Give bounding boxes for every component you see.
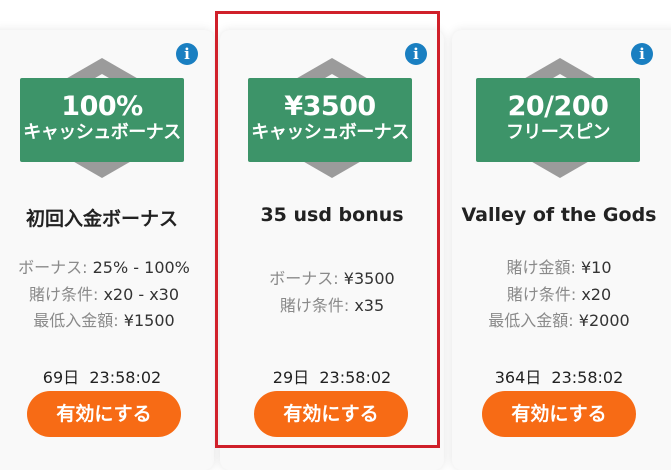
detail-label: 賭け条件: [279, 296, 350, 315]
badge-type: キャッシュボーナス [23, 122, 181, 143]
bonus-title: 初回入金ボーナス [25, 208, 178, 230]
info-icon[interactable]: i [405, 43, 427, 65]
detail-label: 賭け条件: [506, 285, 577, 304]
detail-value: x20 [581, 285, 612, 304]
detail-value: x35 [354, 296, 385, 315]
detail-row: 最低入金額: ¥1500 [0, 307, 208, 331]
countdown-timer: 29日 23:58:02 [220, 364, 444, 388]
badge-amount: 20/200 [507, 91, 609, 122]
detail-row: 賭け条件: x20 - x30 [0, 281, 208, 305]
detail-value: ¥1500 [123, 311, 175, 330]
bonus-badge: 20/200 フリースピン [476, 78, 640, 162]
detail-row: 賭け金額: ¥10 [452, 254, 666, 278]
countdown-timer: 364日 23:58:02 [452, 364, 666, 388]
badge-type: キャッシュボーナス [251, 122, 409, 143]
timer-time: 23:58:02 [89, 368, 162, 387]
detail-row: 賭け条件: x20 [452, 281, 666, 305]
detail-value: 25% - 100% [92, 258, 190, 277]
timer-days: 69日 [42, 368, 80, 387]
bonus-title: 35 usd bonus [260, 204, 404, 226]
detail-label: 賭け金額: [506, 258, 576, 277]
badge-type: フリースピン [505, 122, 611, 143]
detail-value: x20 - x30 [103, 285, 180, 304]
activate-button[interactable]: 有効にする [254, 391, 408, 437]
detail-label: ボーナス: [18, 258, 88, 277]
detail-label: 最低入金額: [33, 311, 119, 330]
detail-row: 賭け条件: x35 [220, 292, 444, 316]
detail-value: ¥2000 [578, 311, 630, 330]
detail-row: ボーナス: 25% - 100% [0, 254, 208, 278]
activate-button[interactable]: 有効にする [27, 391, 181, 437]
bonus-title: Valley of the Gods [461, 204, 657, 226]
timer-days: 364日 [494, 368, 542, 387]
countdown-timer: 69日 23:58:02 [0, 364, 204, 388]
detail-value: ¥10 [580, 258, 612, 277]
detail-label: 賭け条件: [28, 285, 99, 304]
activate-button[interactable]: 有効にする [482, 391, 636, 437]
detail-row: ボーナス: ¥3500 [220, 265, 444, 289]
detail-value: ¥3500 [343, 269, 395, 288]
timer-time: 23:58:02 [319, 368, 392, 387]
detail-label: ボーナス: [269, 269, 339, 288]
badge-amount: 100% [61, 91, 143, 122]
timer-time: 23:58:02 [551, 368, 624, 387]
info-icon[interactable]: i [631, 43, 653, 65]
detail-label: 最低入金額: [488, 311, 574, 330]
info-icon[interactable]: i [176, 43, 198, 65]
bonus-badge: 100% キャッシュボーナス [20, 78, 184, 162]
timer-days: 29日 [272, 368, 310, 387]
detail-row: 最低入金額: ¥2000 [452, 307, 666, 331]
badge-amount: ¥3500 [284, 91, 376, 122]
bonus-badge: ¥3500 キャッシュボーナス [248, 78, 412, 162]
